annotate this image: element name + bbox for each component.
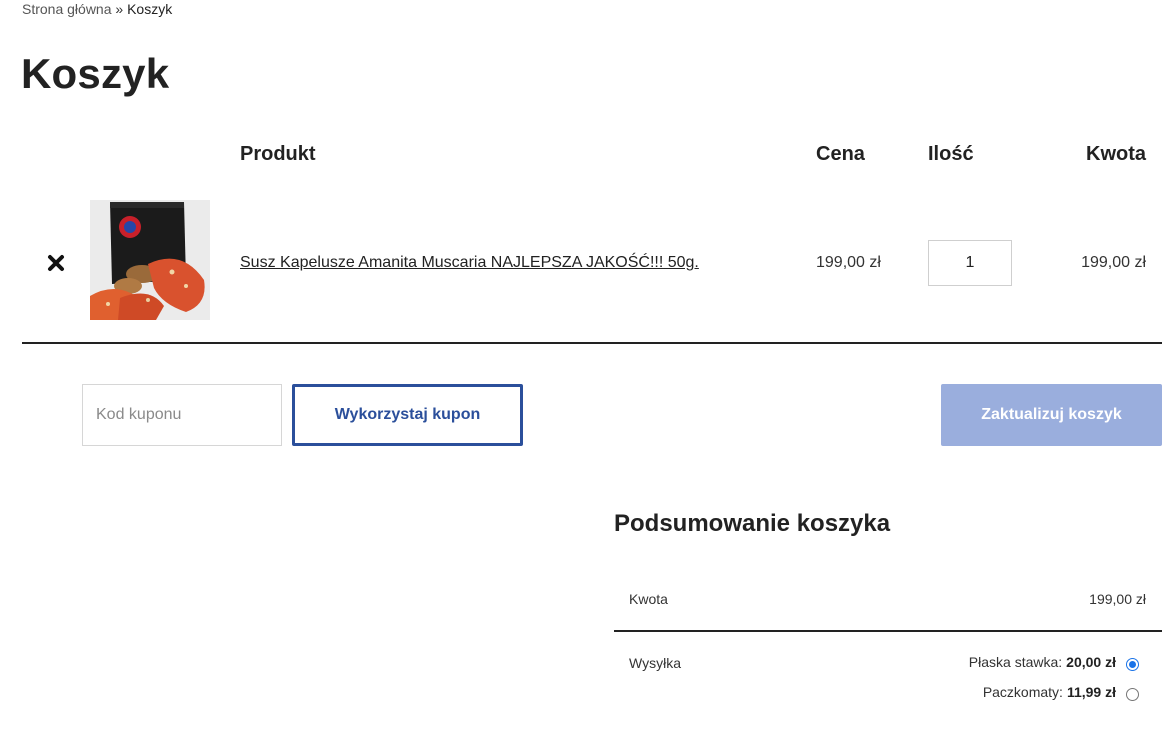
subtotal-value: 199,00 zł: [1089, 591, 1146, 607]
shipping-radio-flat-rate[interactable]: [1126, 657, 1139, 671]
breadcrumb-separator: »: [115, 1, 124, 17]
breadcrumb-current: Koszyk: [127, 1, 173, 17]
page-title: Koszyk: [21, 50, 170, 97]
shipping-radio-paczkomaty[interactable]: [1126, 687, 1139, 701]
cart-summary-title: Podsumowanie koszyka: [614, 510, 891, 537]
product-row-total: 199,00 zł: [1081, 254, 1146, 271]
shipping-option-amount: 11,99 zł: [1066, 684, 1116, 700]
shipping-option-paczkomaty[interactable]: Paczkomaty: 11,99 zł: [982, 684, 1139, 701]
column-header-product: Produkt: [240, 143, 316, 165]
shipping-label: Wysyłka: [629, 655, 681, 671]
column-header-price: Cena: [816, 143, 865, 165]
shipping-option-amount: 20,00 zł: [1066, 654, 1116, 670]
shipping-option-flat-rate[interactable]: Płaska stawka: 20,00 zł: [968, 654, 1139, 671]
summary-divider: [614, 630, 1162, 632]
shipping-option-label: Paczkomaty:: [982, 684, 1063, 700]
quantity-input[interactable]: [928, 240, 1012, 286]
breadcrumb-home-link[interactable]: Strona główna: [22, 1, 112, 17]
product-price: 199,00 zł: [816, 254, 881, 271]
coupon-code-input[interactable]: [82, 384, 282, 446]
apply-coupon-button[interactable]: Wykorzystaj kupon: [292, 384, 523, 446]
shipping-option-label: Płaska stawka:: [968, 654, 1063, 670]
breadcrumb: Strona główna » Koszyk: [22, 1, 172, 17]
column-header-quantity: Ilość: [928, 143, 974, 165]
subtotal-label: Kwota: [629, 591, 668, 607]
product-name-link[interactable]: Susz Kapelusze Amanita Muscaria NAJLEPSZ…: [240, 254, 699, 272]
table-divider: [22, 342, 1162, 344]
product-thumbnail[interactable]: [90, 200, 210, 320]
column-header-total: Kwota: [1086, 143, 1146, 165]
remove-item-icon[interactable]: [45, 252, 67, 274]
update-cart-button[interactable]: Zaktualizuj koszyk: [941, 384, 1162, 446]
